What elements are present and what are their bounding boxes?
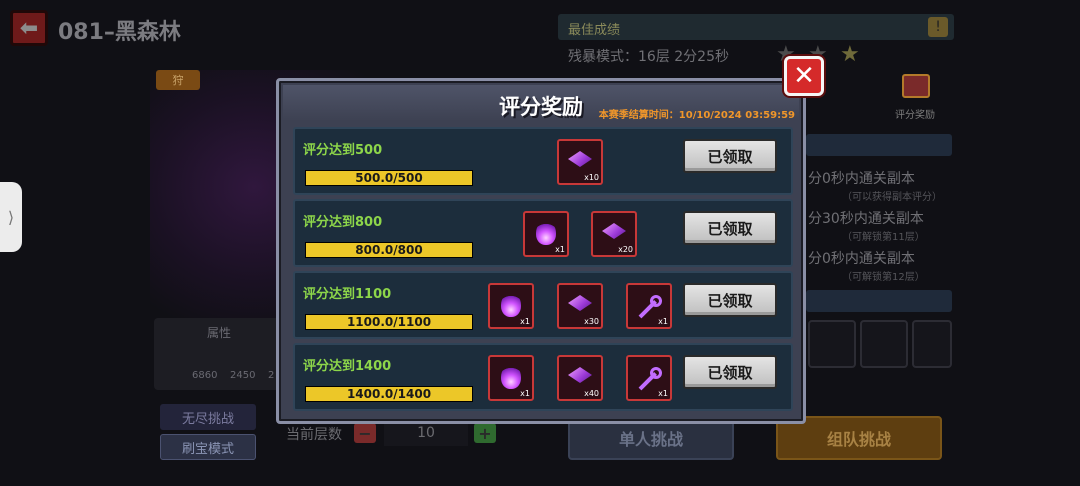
reward-row: 评分达到500 500.0/500 x10 已领取 — [293, 127, 793, 195]
item-quantity: x1 — [520, 389, 530, 398]
reward-threshold-label: 评分达到1100 — [303, 287, 392, 302]
hero-slot[interactable] — [912, 320, 952, 368]
modal-header: 评分奖励 本赛季结算时间：10/10/2024 03:59:59 — [283, 85, 799, 121]
progress-bar: 1100.0/1100 — [305, 314, 473, 330]
close-icon: ✕ — [793, 61, 815, 91]
condition-text: 分0秒内通关副本 — [808, 251, 915, 267]
progress-text: 800.0/800 — [355, 243, 423, 257]
reward-item[interactable]: x1 — [488, 355, 534, 401]
reward-item[interactable]: x1 — [523, 211, 569, 257]
gem-icon — [568, 367, 592, 383]
item-quantity: x1 — [658, 389, 668, 398]
item-quantity: x40 — [584, 389, 599, 398]
reward-item[interactable]: x1 — [626, 355, 672, 401]
condition-text: 分0秒内通关副本 — [808, 171, 915, 187]
stage-tag: 狩 — [156, 70, 200, 90]
reward-row: 评分达到1400 1400.0/1400 x1 x40 x1 已领取 — [293, 343, 793, 411]
attribute-title: 属性 — [206, 326, 231, 340]
progress-bar: 500.0/500 — [305, 170, 473, 186]
chest-icon — [902, 74, 930, 98]
attribute-panel: 属性 6860 2450 2 — [154, 318, 284, 390]
condition-text: 分30秒内通关副本 — [808, 211, 924, 227]
item-quantity: x1 — [555, 245, 565, 254]
claimed-button[interactable]: 已领取 — [683, 211, 777, 245]
gem-icon — [568, 151, 592, 167]
best-record-panel: 最佳成绩 ! — [558, 14, 954, 40]
floor-decrease-button[interactable]: − — [354, 423, 376, 443]
back-arrow-icon: ⬅ — [19, 15, 39, 41]
claimed-button[interactable]: 已领取 — [683, 283, 777, 317]
score-reward-modal: 评分奖励 本赛季结算时间：10/10/2024 03:59:59 ✕ 评分达到5… — [276, 56, 824, 424]
hero-slot[interactable] — [808, 320, 856, 368]
farm-mode-button[interactable]: 刷宝模式 — [160, 434, 256, 460]
attribute-value: 6860 — [192, 370, 218, 381]
claimed-button[interactable]: 已领取 — [683, 139, 777, 173]
item-quantity: x10 — [584, 173, 599, 182]
attribute-value: 2450 — [230, 370, 256, 381]
reward-item[interactable]: x40 — [557, 355, 603, 401]
flame-icon — [536, 221, 556, 245]
gem-icon — [568, 295, 592, 311]
reward-threshold-label: 评分达到500 — [303, 143, 383, 158]
stage-title: 081–黑森林 — [58, 20, 181, 45]
close-button[interactable]: ✕ — [784, 56, 824, 96]
reward-row: 评分达到800 800.0/800 x1 x20 已领取 — [293, 199, 793, 267]
best-record-text: 残暴模式：16层 2分25秒 — [568, 49, 729, 65]
item-quantity: x30 — [584, 317, 599, 326]
chevron-right-icon: ⟩ — [7, 207, 15, 227]
info-icon[interactable]: ! — [928, 17, 948, 37]
star-filled-icon: ★ — [840, 42, 860, 67]
flame-icon — [501, 365, 521, 389]
endless-mode-button[interactable]: 无尽挑战 — [160, 404, 256, 430]
item-quantity: x1 — [658, 317, 668, 326]
floor-increase-button[interactable]: + — [474, 423, 496, 443]
reward-threshold-label: 评分达到800 — [303, 215, 383, 230]
progress-text: 500.0/500 — [355, 171, 423, 185]
condition-subtext: （可解锁第11层） — [842, 232, 925, 243]
floor-label: 当前层数 — [286, 427, 342, 443]
reward-item[interactable]: x1 — [626, 283, 672, 329]
conditions-header — [806, 134, 952, 156]
side-drawer-handle[interactable]: ⟩ — [0, 182, 22, 252]
back-button[interactable]: ⬅ — [10, 10, 48, 46]
gem-icon — [602, 223, 626, 239]
claimed-button[interactable]: 已领取 — [683, 355, 777, 389]
progress-bar: 1400.0/1400 — [305, 386, 473, 402]
progress-text: 1100.0/1100 — [346, 315, 432, 329]
condition-subtext: （可解锁第12层） — [842, 272, 925, 283]
flame-icon — [501, 293, 521, 317]
reward-row: 评分达到1100 1100.0/1100 x1 x30 x1 已领取 — [293, 271, 793, 339]
reward-threshold-label: 评分达到1400 — [303, 359, 392, 374]
score-reward-button[interactable]: 评分奖励 — [890, 72, 940, 122]
season-end-time: 本赛季结算时间：10/10/2024 03:59:59 — [598, 110, 795, 121]
progress-text: 1400.0/1400 — [346, 387, 432, 401]
reward-item[interactable]: x1 — [488, 283, 534, 329]
item-quantity: x1 — [520, 317, 530, 326]
team-header — [806, 290, 952, 312]
progress-bar: 800.0/800 — [305, 242, 473, 258]
reward-list: 评分达到500 500.0/500 x10 已领取 评分达到800 800.0/… — [293, 127, 793, 415]
score-reward-label: 评分奖励 — [895, 110, 935, 121]
hero-slot[interactable] — [860, 320, 908, 368]
reward-item[interactable]: x30 — [557, 283, 603, 329]
reward-item[interactable]: x20 — [591, 211, 637, 257]
attribute-value: 2 — [268, 370, 275, 381]
reward-item[interactable]: x10 — [557, 139, 603, 185]
best-record-title: 最佳成绩 — [568, 23, 621, 38]
item-quantity: x20 — [618, 245, 633, 254]
condition-subtext: （可以获得副本评分） — [842, 192, 942, 203]
